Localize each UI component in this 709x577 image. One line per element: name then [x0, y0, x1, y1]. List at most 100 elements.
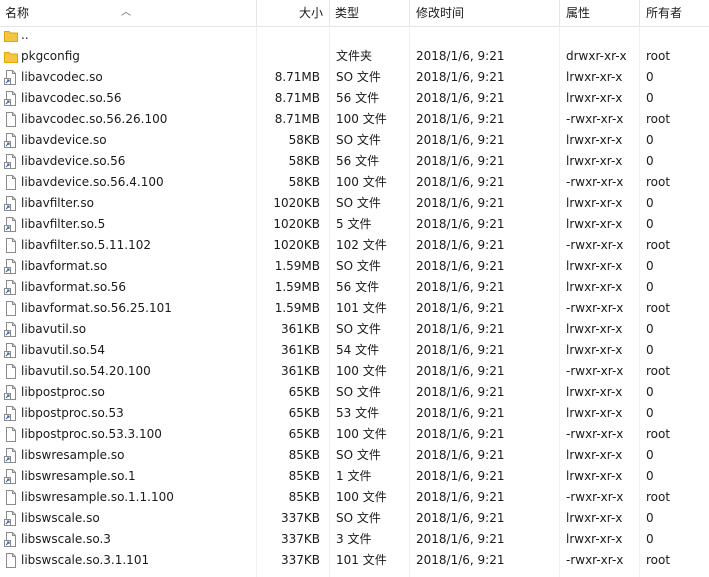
file-name: libavfilter.so.5.11.102: [21, 238, 152, 252]
file-row[interactable]: libavutil.so.54 361KB 54 文件 2018/1/6, 9:21 l…: [0, 340, 709, 361]
column-header-type[interactable]: 类型: [330, 0, 410, 26]
file-row[interactable]: libavfilter.so.5.11.102 1020KB 102 文件 2018/…: [0, 235, 709, 256]
file-row[interactable]: libavformat.so.56 1.59MB 56 文件 2018/1/6, 9:…: [0, 277, 709, 298]
file-row[interactable]: libpostproc.so 65KB SO 文件 2018/1/6, 9:21 lrw…: [0, 382, 709, 403]
file-type: SO 文件: [336, 259, 381, 273]
file-owner: 0: [646, 469, 654, 483]
file-type: SO 文件: [336, 385, 381, 399]
file-row[interactable]: libavdevice.so.56.4.100 58KB 100 文件 2018/1/…: [0, 172, 709, 193]
file-type: 3 文件: [336, 532, 372, 546]
file-owner: root: [646, 175, 671, 189]
file-row[interactable]: libavdevice.so 58KB SO 文件 2018/1/6, 9:21 lrw…: [0, 130, 709, 151]
shortcut-file-icon: [4, 343, 18, 358]
file-icon: [4, 553, 18, 568]
file-icon: [4, 238, 18, 253]
file-name: libavutil.so.54.20.100: [21, 364, 151, 378]
file-attributes: lrwxr-xr-x: [566, 196, 623, 210]
file-size: 65KB: [288, 385, 320, 399]
file-row[interactable]: pkgconfig 文件夹 2018/1/6, 9:21 drwxr-xr-x root: [0, 46, 709, 67]
file-type: 101 文件: [336, 553, 387, 567]
file-owner: 0: [646, 133, 654, 147]
file-attributes: lrwxr-xr-x: [566, 154, 623, 168]
file-modified: 2018/1/6, 9:21: [416, 532, 505, 546]
file-modified: 2018/1/6, 9:21: [416, 238, 505, 252]
file-name: libswscale.so.3.1.101: [21, 553, 150, 567]
file-attributes: -rwxr-xr-x: [566, 238, 624, 252]
file-row[interactable]: libavcodec.so 8.71MB SO 文件 2018/1/6, 9:21 lr…: [0, 67, 709, 88]
file-row[interactable]: libswresample.so.1 85KB 1 文件 2018/1/6, 9:21…: [0, 466, 709, 487]
file-attributes: lrwxr-xr-x: [566, 91, 623, 105]
file-type: SO 文件: [336, 511, 381, 525]
shortcut-file-icon: [4, 91, 18, 106]
file-owner: root: [646, 490, 671, 504]
file-row[interactable]: libavfilter.so.5 1020KB 5 文件 2018/1/6, 9:21…: [0, 214, 709, 235]
column-header-owner[interactable]: 所有者: [640, 0, 709, 26]
file-row[interactable]: libavdevice.so.56 58KB 56 文件 2018/1/6, 9:21…: [0, 151, 709, 172]
file-size: 8.71MB: [274, 70, 320, 84]
file-name: libavfilter.so.5: [21, 217, 106, 231]
file-row[interactable]: libavfilter.so 1020KB SO 文件 2018/1/6, 9:21 l…: [0, 193, 709, 214]
file-attributes: -rwxr-xr-x: [566, 553, 624, 567]
file-name: libswresample.so.1.1.100: [21, 490, 174, 504]
file-row[interactable]: libpostproc.so.53 65KB 53 文件 2018/1/6, 9:21…: [0, 403, 709, 424]
file-attributes: lrwxr-xr-x: [566, 259, 623, 273]
file-size: 337KB: [280, 511, 320, 525]
shortcut-file-icon: [4, 154, 18, 169]
file-owner: 0: [646, 343, 654, 357]
shortcut-file-icon: [4, 133, 18, 148]
file-row[interactable]: libswscale.so.3 337KB 3 文件 2018/1/6, 9:21 lr…: [0, 529, 709, 550]
file-row[interactable]: libavformat.so 1.59MB SO 文件 2018/1/6, 9:21 l…: [0, 256, 709, 277]
file-type: 102 文件: [336, 238, 387, 252]
column-header-owner-label: 所有者: [646, 6, 683, 20]
file-owner: 0: [646, 217, 654, 231]
column-header-attributes[interactable]: 属性: [560, 0, 640, 26]
file-row[interactable]: libavutil.so.54.20.100 361KB 100 文件 2018/1/…: [0, 361, 709, 382]
file-name: libavformat.so: [21, 259, 108, 273]
file-modified: 2018/1/6, 9:21: [416, 553, 505, 567]
file-size: 65KB: [288, 427, 320, 441]
file-name: libavcodec.so.56: [21, 91, 122, 105]
file-modified: 2018/1/6, 9:21: [416, 280, 505, 294]
file-modified: 2018/1/6, 9:21: [416, 49, 505, 63]
file-row[interactable]: libpostproc.so.53.3.100 65KB 100 文件 2018/1/…: [0, 424, 709, 445]
file-name: libavfilter.so: [21, 196, 94, 210]
file-owner: root: [646, 238, 671, 252]
file-row[interactable]: libavcodec.so.56 8.71MB 56 文件 2018/1/6, 9:2…: [0, 88, 709, 109]
shortcut-file-icon: [4, 322, 18, 337]
shortcut-file-icon: [4, 511, 18, 526]
file-list-pane: 名称 ︿ 大小 类型 修改时间 属性 所有者 .. pkgconfig 文件夹 201…: [0, 0, 709, 577]
file-size: 1.59MB: [274, 280, 320, 294]
file-row[interactable]: libswscale.so 337KB SO 文件 2018/1/6, 9:21 lrw…: [0, 508, 709, 529]
file-owner: root: [646, 553, 671, 567]
file-modified: 2018/1/6, 9:21: [416, 133, 505, 147]
file-size: 1.59MB: [274, 301, 320, 315]
file-row[interactable]: libswscale.so.3.1.101 337KB 101 文件 2018/1/6…: [0, 550, 709, 571]
file-name: libavdevice.so.56.4.100: [21, 175, 164, 189]
file-modified: 2018/1/6, 9:21: [416, 469, 505, 483]
file-type: 56 文件: [336, 280, 380, 294]
file-owner: 0: [646, 406, 654, 420]
shortcut-file-icon: [4, 406, 18, 421]
file-type: SO 文件: [336, 448, 381, 462]
file-row[interactable]: libavformat.so.56.25.101 1.59MB 101 文件 2018…: [0, 298, 709, 319]
file-modified: 2018/1/6, 9:21: [416, 112, 505, 126]
file-type: SO 文件: [336, 196, 381, 210]
file-row[interactable]: libswresample.so 85KB SO 文件 2018/1/6, 9:21 l…: [0, 445, 709, 466]
file-type: 56 文件: [336, 154, 380, 168]
file-attributes: lrwxr-xr-x: [566, 385, 623, 399]
file-modified: 2018/1/6, 9:21: [416, 301, 505, 315]
file-row[interactable]: ..: [0, 25, 709, 46]
file-row[interactable]: libavutil.so 361KB SO 文件 2018/1/6, 9:21 lrwx…: [0, 319, 709, 340]
file-row[interactable]: libswresample.so.1.1.100 85KB 100 文件 2018/1…: [0, 487, 709, 508]
file-owner: root: [646, 112, 671, 126]
file-size: 337KB: [280, 532, 320, 546]
file-attributes: -rwxr-xr-x: [566, 175, 624, 189]
file-row[interactable]: libavcodec.so.56.26.100 8.71MB 100 文件 2018/…: [0, 109, 709, 130]
file-modified: 2018/1/6, 9:21: [416, 406, 505, 420]
file-modified: 2018/1/6, 9:21: [416, 196, 505, 210]
column-header-modified-label: 修改时间: [416, 6, 465, 20]
column-header-name[interactable]: 名称 ︿: [0, 0, 257, 26]
column-header-size[interactable]: 大小: [257, 0, 330, 26]
file-owner: 0: [646, 322, 654, 336]
column-header-modified[interactable]: 修改时间: [410, 0, 560, 26]
